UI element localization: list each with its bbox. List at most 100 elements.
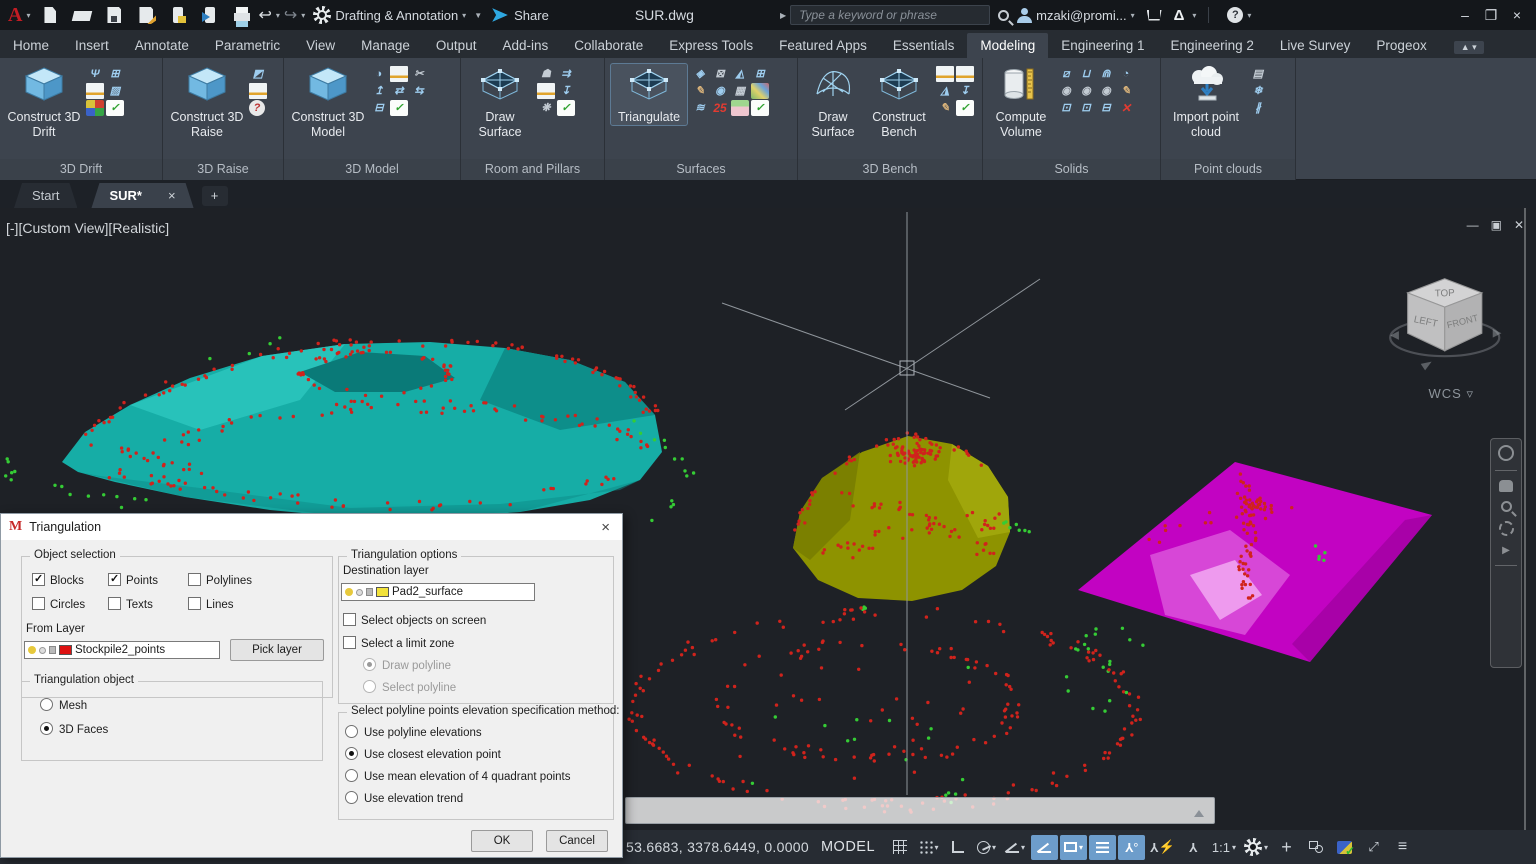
panel-title-room-and-pillars[interactable]: Room and Pillars bbox=[461, 159, 604, 180]
redo-caret-icon[interactable]: ▾ bbox=[301, 11, 305, 20]
wcs-dropdown[interactable]: WCS ▿ bbox=[1429, 386, 1474, 402]
polyline-elevations-radio[interactable]: Use polyline elevations bbox=[345, 725, 482, 739]
compute-volume-button[interactable]: Compute Volume bbox=[989, 64, 1053, 140]
solids-tool-icon-11[interactable]: ⊟ bbox=[1097, 100, 1115, 116]
room-tool-icon-3[interactable] bbox=[537, 83, 555, 99]
bench-tool-icon-6[interactable]: ✓ bbox=[956, 100, 974, 116]
solids-tool-icon-5[interactable]: ◉ bbox=[1057, 83, 1075, 99]
surfaces-tool-icon-6[interactable]: ◉ bbox=[711, 83, 729, 99]
share-label[interactable]: Share bbox=[514, 8, 549, 23]
bench-tool-icon-2[interactable] bbox=[956, 66, 974, 82]
tab-progeox[interactable]: Progeox bbox=[1363, 33, 1439, 58]
room-tool-icon-1[interactable]: ☗ bbox=[537, 66, 555, 82]
crosshair-plus[interactable]: + bbox=[1273, 835, 1300, 860]
app-store-cart-icon[interactable] bbox=[1147, 10, 1162, 21]
new-file-icon[interactable] bbox=[40, 5, 60, 25]
draw-surface-button[interactable]: Draw Surface bbox=[467, 64, 533, 140]
polar-tracking-toggle[interactable]: ▾ bbox=[973, 835, 1000, 860]
bench-tool-icon-1[interactable] bbox=[936, 66, 954, 82]
annotation-scale-value[interactable]: 1:1▾ bbox=[1209, 835, 1239, 860]
save-icon[interactable] bbox=[104, 5, 124, 25]
construct-3d-drift-button[interactable]: Construct 3D Drift bbox=[6, 64, 82, 140]
restore-button[interactable]: ❐ bbox=[1478, 7, 1504, 24]
elevation-trend-radio[interactable]: Use elevation trend bbox=[345, 791, 463, 805]
closest-elevation-radio[interactable]: Use closest elevation point bbox=[345, 747, 501, 761]
undo-icon[interactable]: ↩ bbox=[258, 5, 271, 25]
app-menu-caret-icon[interactable]: ▾ bbox=[26, 11, 30, 20]
room-tool-icon-6[interactable]: ✓ bbox=[557, 100, 575, 116]
pcloud-tool-icon-1[interactable]: ▤ bbox=[1249, 66, 1267, 82]
tab-annotate[interactable]: Annotate bbox=[122, 33, 202, 58]
lineweight-toggle[interactable] bbox=[1089, 835, 1116, 860]
bench-draw-surface-button[interactable]: Draw Surface bbox=[804, 64, 862, 140]
surfaces-tool-icon-10[interactable]: 25 bbox=[711, 100, 729, 116]
surfaces-tool-icon-2[interactable]: ⊠ bbox=[711, 66, 729, 82]
new-tab-button[interactable]: + bbox=[202, 186, 228, 206]
tab-live-survey[interactable]: Live Survey bbox=[1267, 33, 1364, 58]
drift-tool-icon-4[interactable]: ▨ bbox=[106, 83, 124, 99]
tab-featured-apps[interactable]: Featured Apps bbox=[766, 33, 880, 58]
solids-tool-icon-1[interactable]: ⧄ bbox=[1057, 66, 1075, 82]
panel-title-surfaces[interactable]: Surfaces bbox=[605, 159, 797, 180]
solids-tool-icon-9[interactable]: ⊡ bbox=[1057, 100, 1075, 116]
doc-caret-icon[interactable]: ▶ bbox=[780, 11, 786, 20]
save-to-mobile-icon[interactable] bbox=[168, 5, 188, 25]
bench-tool-icon-5[interactable]: ✎ bbox=[936, 100, 954, 116]
destination-layer-field[interactable]: Pad2_surface bbox=[341, 583, 535, 601]
room-tool-icon-4[interactable]: ↧ bbox=[557, 83, 575, 99]
drift-tool-icon-5[interactable] bbox=[86, 100, 104, 116]
room-tool-icon-2[interactable]: ⇉ bbox=[557, 66, 575, 82]
surfaces-tool-icon-11[interactable] bbox=[731, 100, 749, 116]
tab-manage[interactable]: Manage bbox=[348, 33, 423, 58]
isolate-objects-toggle[interactable] bbox=[1302, 835, 1329, 860]
panel-title-3d-bench[interactable]: 3D Bench bbox=[798, 159, 982, 180]
user-account-label[interactable]: mzaki@promi... bbox=[1036, 8, 1127, 23]
construct-3d-raise-button[interactable]: Construct 3D Raise bbox=[169, 64, 245, 140]
user-avatar-icon[interactable] bbox=[1017, 8, 1031, 22]
points-checkbox[interactable]: Points bbox=[108, 573, 158, 587]
full-navigation-wheel-icon[interactable] bbox=[1498, 445, 1514, 461]
from-layer-field[interactable]: Stockpile2_points bbox=[24, 641, 220, 659]
raise-help-icon[interactable]: ? bbox=[249, 100, 265, 116]
polylines-checkbox[interactable]: Polylines bbox=[188, 573, 252, 587]
panel-title-3d-drift[interactable]: 3D Drift bbox=[0, 159, 162, 180]
autodesk-logo-icon[interactable]: Δ bbox=[1174, 7, 1185, 24]
tab-insert[interactable]: Insert bbox=[62, 33, 122, 58]
command-recent-icon[interactable] bbox=[1194, 805, 1204, 817]
plot-icon[interactable] bbox=[232, 5, 252, 25]
autocad-logo-icon[interactable]: A bbox=[8, 4, 22, 27]
viewport-minimize-icon[interactable]: — bbox=[1467, 218, 1479, 232]
ok-button[interactable]: OK bbox=[471, 830, 533, 852]
tab-home[interactable]: Home bbox=[0, 33, 62, 58]
drift-tool-icon-6[interactable]: ✓ bbox=[106, 100, 124, 116]
model-tool-icon-3[interactable]: ✂ bbox=[410, 66, 428, 82]
command-line[interactable] bbox=[625, 797, 1215, 824]
isodraft-toggle[interactable] bbox=[1031, 835, 1058, 860]
file-tab-start[interactable]: Start bbox=[14, 183, 77, 208]
pcloud-tool-icon-2[interactable]: ❄ bbox=[1249, 83, 1267, 99]
surfaces-tool-icon-9[interactable]: ≋ bbox=[691, 100, 709, 116]
raise-tool-icon-2[interactable] bbox=[249, 83, 267, 99]
panel-title-solids[interactable]: Solids bbox=[983, 159, 1160, 180]
file-tab-sur[interactable]: SUR* × bbox=[91, 183, 193, 208]
dialog-close-icon[interactable]: × bbox=[597, 519, 614, 536]
solids-tool-icon-10[interactable]: ⊡ bbox=[1077, 100, 1095, 116]
tab-output[interactable]: Output bbox=[423, 33, 490, 58]
file-tab-close-icon[interactable]: × bbox=[168, 188, 176, 203]
construct-bench-button[interactable]: Construct Bench bbox=[866, 64, 932, 140]
pan-icon[interactable] bbox=[1499, 480, 1513, 492]
autodesk-caret-icon[interactable]: ▾ bbox=[1192, 11, 1196, 20]
navigation-bar[interactable]: ▶ bbox=[1490, 438, 1522, 668]
bench-tool-icon-3[interactable]: ◮ bbox=[936, 83, 954, 99]
user-caret-icon[interactable]: ▾ bbox=[1131, 11, 1135, 20]
surfaces-tool-icon-7[interactable]: ▦ bbox=[731, 83, 749, 99]
viewport-close-icon[interactable]: ✕ bbox=[1514, 218, 1524, 232]
cancel-button[interactable]: Cancel bbox=[546, 830, 608, 852]
solids-tool-icon-7[interactable]: ◉ bbox=[1097, 83, 1115, 99]
pick-layer-button[interactable]: Pick layer bbox=[230, 639, 324, 661]
tab-express-tools[interactable]: Express Tools bbox=[656, 33, 766, 58]
search-icon[interactable] bbox=[998, 10, 1009, 21]
workspace-gear-icon[interactable] bbox=[313, 6, 331, 24]
undo-caret-icon[interactable]: ▾ bbox=[276, 11, 280, 20]
share-icon[interactable] bbox=[492, 8, 508, 22]
